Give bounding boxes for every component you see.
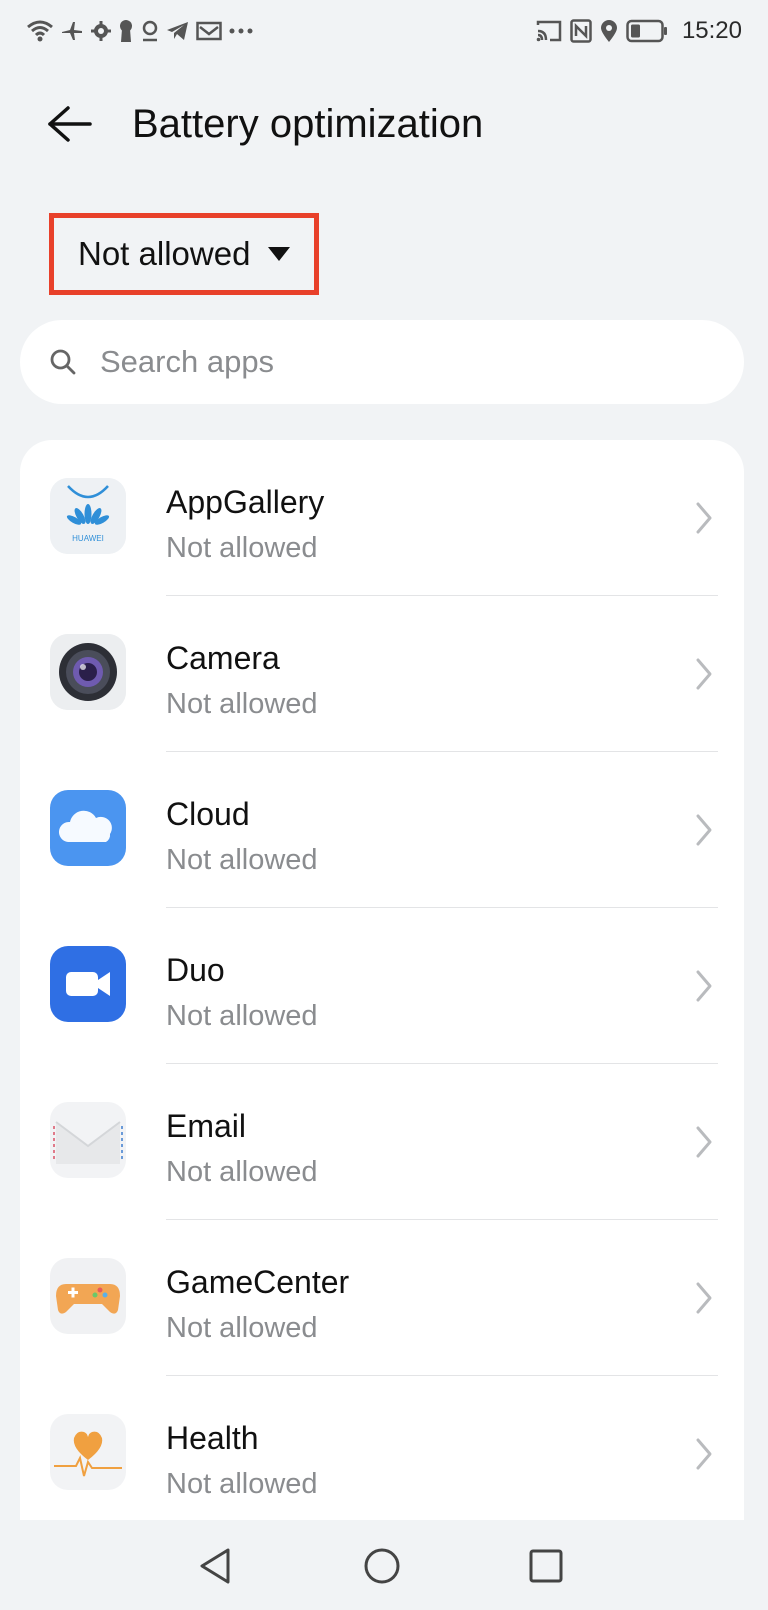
mail-icon bbox=[196, 21, 222, 41]
app-row-health[interactable]: Health Not allowed bbox=[20, 1376, 744, 1520]
chevron-right-icon bbox=[696, 658, 712, 690]
status-bar: 15:20 bbox=[0, 0, 768, 64]
chevron-right-icon bbox=[696, 970, 712, 1002]
recents-square-icon bbox=[529, 1549, 563, 1583]
keyhole-icon bbox=[120, 20, 132, 42]
home-circle-icon bbox=[364, 1548, 400, 1584]
duo-icon bbox=[50, 946, 126, 1022]
chevron-right-icon bbox=[696, 1282, 712, 1314]
search-input[interactable] bbox=[98, 343, 702, 381]
app-row-cloud[interactable]: Cloud Not allowed bbox=[20, 752, 744, 908]
status-icons-right: 15:20 bbox=[536, 16, 742, 46]
search-bar[interactable] bbox=[20, 320, 744, 404]
caret-down-icon bbox=[268, 247, 291, 261]
back-button[interactable] bbox=[40, 96, 100, 152]
app-status: Not allowed bbox=[166, 1156, 318, 1188]
nav-recents-button[interactable] bbox=[518, 1538, 574, 1594]
gamecenter-icon bbox=[50, 1258, 126, 1334]
app-status: Not allowed bbox=[166, 1312, 318, 1344]
search-icon bbox=[48, 347, 78, 377]
settings-gear-icon bbox=[91, 21, 111, 41]
app-status: Not allowed bbox=[166, 844, 318, 876]
app-status: Not allowed bbox=[166, 532, 318, 564]
back-arrow-icon bbox=[48, 106, 92, 142]
filter-dropdown[interactable]: Not allowed bbox=[49, 213, 319, 295]
app-row-gamecenter[interactable]: GameCenter Not allowed bbox=[20, 1220, 744, 1376]
app-name: Duo bbox=[166, 952, 225, 988]
nfc-icon bbox=[570, 19, 592, 43]
chevron-right-icon bbox=[696, 1438, 712, 1470]
cloud-icon bbox=[50, 790, 126, 866]
wifi-icon bbox=[27, 20, 53, 42]
app-name: Health bbox=[166, 1420, 259, 1456]
chevron-right-icon bbox=[696, 1126, 712, 1158]
appgallery-icon: HUAWEI bbox=[50, 478, 126, 554]
chevron-right-icon bbox=[696, 814, 712, 846]
app-name: AppGallery bbox=[166, 484, 325, 520]
app-name: GameCenter bbox=[166, 1264, 350, 1300]
telegram-icon bbox=[167, 22, 188, 40]
app-status: Not allowed bbox=[166, 1468, 318, 1500]
app-name: Cloud bbox=[166, 796, 250, 832]
camera-icon bbox=[50, 634, 126, 710]
app-row-duo[interactable]: Duo Not allowed bbox=[20, 908, 744, 1064]
page-title: Battery optimization bbox=[132, 102, 484, 146]
app-status: Not allowed bbox=[166, 1000, 318, 1032]
chevron-right-icon bbox=[696, 502, 712, 534]
nav-home-button[interactable] bbox=[354, 1538, 410, 1594]
svg-text:HUAWEI: HUAWEI bbox=[72, 534, 104, 543]
airplane-icon bbox=[62, 22, 82, 40]
health-icon bbox=[50, 1414, 126, 1490]
app-list: HUAWEI AppGallery Not allowed Camera Not… bbox=[20, 440, 744, 1520]
cast-icon bbox=[536, 20, 562, 42]
battery-icon bbox=[626, 19, 667, 43]
email-icon bbox=[50, 1102, 126, 1178]
navigation-bar bbox=[0, 1520, 768, 1610]
status-icons-left bbox=[26, 16, 254, 46]
app-name: Camera bbox=[166, 640, 280, 676]
more-dots-icon bbox=[229, 28, 253, 34]
nav-back-button[interactable] bbox=[188, 1538, 244, 1594]
app-row-appgallery[interactable]: HUAWEI AppGallery Not allowed bbox=[20, 440, 744, 596]
app-status: Not allowed bbox=[166, 688, 318, 720]
status-time: 15:20 bbox=[681, 17, 742, 44]
app-name: Email bbox=[166, 1108, 247, 1144]
app-row-email[interactable]: Email Not allowed bbox=[20, 1064, 744, 1220]
app-row-camera[interactable]: Camera Not allowed bbox=[20, 596, 744, 752]
location-icon bbox=[600, 20, 617, 42]
back-triangle-icon bbox=[200, 1548, 230, 1584]
location-pin-icon bbox=[142, 20, 158, 42]
filter-label: Not allowed bbox=[78, 235, 251, 272]
